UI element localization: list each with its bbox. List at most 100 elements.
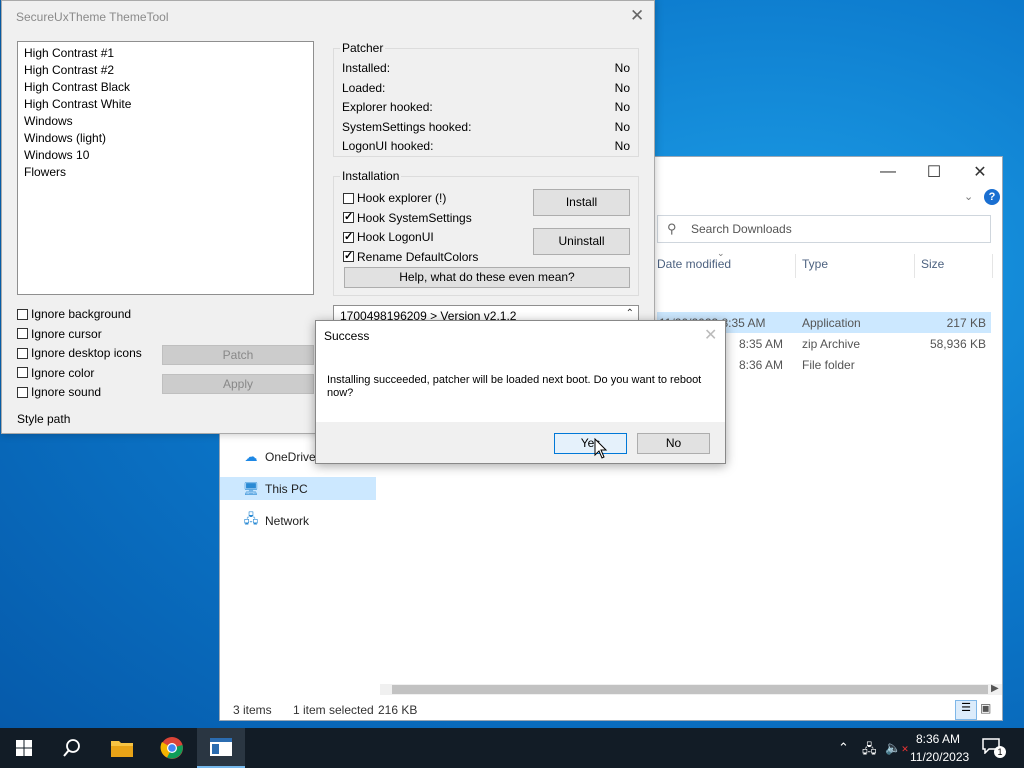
ribbon-expand-icon[interactable]: ⌄: [964, 190, 973, 203]
status-row: Installed: No: [342, 61, 630, 75]
theme-list[interactable]: High Contrast #1 High Contrast #2 High C…: [17, 41, 314, 295]
status-label: LogonUI hooked:: [342, 139, 434, 153]
column-size[interactable]: Size: [921, 257, 944, 271]
column-divider[interactable]: [795, 254, 796, 278]
maximize-button[interactable]: ☐: [911, 157, 957, 187]
nav-item-label: OneDrive: [265, 449, 316, 464]
ignore-desktop-icons-checkbox[interactable]: Ignore desktop icons: [17, 343, 142, 363]
search-icon: [63, 739, 80, 757]
ignore-color-checkbox[interactable]: Ignore color: [17, 363, 142, 382]
group-title: Installation: [340, 169, 402, 183]
list-item[interactable]: Flowers: [24, 164, 313, 181]
cloud-icon: ☁: [244, 448, 258, 464]
chrome-taskbar-button[interactable]: [148, 728, 196, 768]
checkbox-box[interactable]: [343, 249, 354, 263]
status-row: SystemSettings hooked: No: [342, 120, 630, 134]
ignore-sound-checkbox[interactable]: Ignore sound: [17, 382, 142, 402]
checkbox-box[interactable]: [343, 230, 354, 244]
file-explorer-taskbar-button[interactable]: [98, 728, 146, 768]
apply-button[interactable]: Apply: [162, 374, 314, 394]
column-divider[interactable]: [914, 254, 915, 278]
install-button[interactable]: Install: [533, 189, 630, 216]
chrome-icon: [160, 737, 183, 759]
checkbox-label: Hook SystemSettings: [357, 210, 472, 225]
chevron-up-icon[interactable]: ⌃: [838, 740, 849, 756]
selection-count: 1 item selected: [293, 703, 374, 717]
list-item[interactable]: Windows: [24, 113, 313, 130]
checkbox-box[interactable]: [17, 347, 28, 359]
hook-logonui-checkbox[interactable]: Hook LogonUI: [343, 227, 478, 247]
column-date-modified[interactable]: Date modified: [657, 257, 731, 271]
status-value: No: [614, 120, 630, 134]
nav-item-label: Network: [265, 513, 310, 528]
close-icon[interactable]: ✕: [630, 6, 644, 26]
checkbox-label: Ignore cursor: [31, 326, 102, 341]
help-button[interactable]: Help, what do these even mean?: [344, 267, 630, 288]
checkbox-label: Hook LogonUI: [357, 230, 434, 244]
no-button[interactable]: No: [637, 433, 710, 454]
status-row: Explorer hooked: No: [342, 100, 630, 114]
status-value: No: [614, 139, 630, 153]
status-value: No: [614, 100, 630, 114]
action-center-button[interactable]: 1: [982, 738, 1006, 758]
details-view-icon[interactable]: ☰: [955, 700, 977, 720]
rename-defaultcolors-checkbox[interactable]: Rename DefaultColors: [343, 247, 478, 266]
checkbox-box[interactable]: [343, 210, 354, 224]
patch-button[interactable]: Patch: [162, 345, 314, 365]
ignore-background-checkbox[interactable]: Ignore background: [17, 304, 142, 324]
file-size: 58,936 KB: [929, 337, 986, 351]
search-button[interactable]: [48, 728, 96, 768]
search-box[interactable]: ⚲ Search Downloads: [657, 215, 991, 243]
list-item[interactable]: Windows (light): [24, 130, 313, 147]
status-value: No: [614, 61, 630, 75]
checkbox-box[interactable]: [17, 328, 28, 339]
item-count: 3 items: [233, 703, 272, 717]
clock-time[interactable]: 8:36 AM: [916, 732, 960, 746]
yes-button[interactable]: Yes: [554, 433, 627, 454]
list-item[interactable]: High Contrast White: [24, 96, 313, 113]
themetool-taskbar-button[interactable]: [197, 728, 245, 768]
checkbox-box[interactable]: [17, 308, 28, 320]
file-type: zip Archive: [802, 337, 861, 351]
file-date: 8:35 AM: [739, 337, 784, 351]
scroll-thumb[interactable]: [392, 685, 988, 694]
start-button[interactable]: [0, 728, 48, 768]
list-item[interactable]: Windows 10: [24, 147, 313, 164]
checkbox-box[interactable]: [17, 367, 28, 378]
checkbox-box[interactable]: [343, 192, 354, 204]
uninstall-button[interactable]: Uninstall: [533, 228, 630, 255]
nav-item-network[interactable]: 🖧 Network: [220, 509, 376, 532]
list-item[interactable]: High Contrast #1: [24, 45, 313, 62]
checkbox-label: Hook explorer (!): [357, 191, 447, 205]
column-type[interactable]: Type: [802, 257, 828, 271]
checkbox-box[interactable]: [17, 386, 28, 398]
horizontal-scrollbar[interactable]: [380, 684, 1002, 695]
list-item[interactable]: High Contrast Black: [24, 79, 313, 96]
chevron-up-icon: ⌃: [625, 308, 634, 319]
close-icon[interactable]: ✕: [704, 325, 717, 345]
status-label: SystemSettings hooked:: [342, 120, 472, 134]
hook-systemsettings-checkbox[interactable]: Hook SystemSettings: [343, 208, 478, 227]
list-item[interactable]: High Contrast #2: [24, 62, 313, 79]
search-placeholder: Search Downloads: [691, 222, 792, 236]
computer-icon: 🖥: [242, 480, 260, 496]
search-icon: ⚲: [667, 221, 677, 236]
status-label: Loaded:: [342, 81, 386, 95]
file-type: Application: [802, 316, 861, 330]
network-icon: 🖧: [243, 510, 259, 526]
close-button[interactable]: ✕: [957, 157, 1003, 187]
clock-date[interactable]: 11/20/2023: [910, 750, 969, 764]
minimize-button[interactable]: —: [865, 157, 911, 187]
help-icon[interactable]: ?: [984, 189, 1000, 205]
network-icon[interactable]: 🖧: [862, 740, 877, 762]
nav-item-this-pc[interactable]: 🖥 This PC: [220, 477, 376, 500]
large-icons-view-icon[interactable]: ▣: [980, 701, 991, 715]
volume-muted-icon[interactable]: 🔈✕: [885, 740, 909, 756]
scroll-right-arrow[interactable]: ▶: [991, 683, 999, 694]
column-divider[interactable]: [992, 254, 993, 278]
hook-explorer-checkbox[interactable]: Hook explorer (!): [343, 188, 478, 208]
file-type: File folder: [802, 358, 855, 372]
selection-size: 216 KB: [378, 703, 418, 717]
ignore-cursor-checkbox[interactable]: Ignore cursor: [17, 324, 142, 343]
checkbox-label: Ignore desktop icons: [31, 346, 142, 360]
